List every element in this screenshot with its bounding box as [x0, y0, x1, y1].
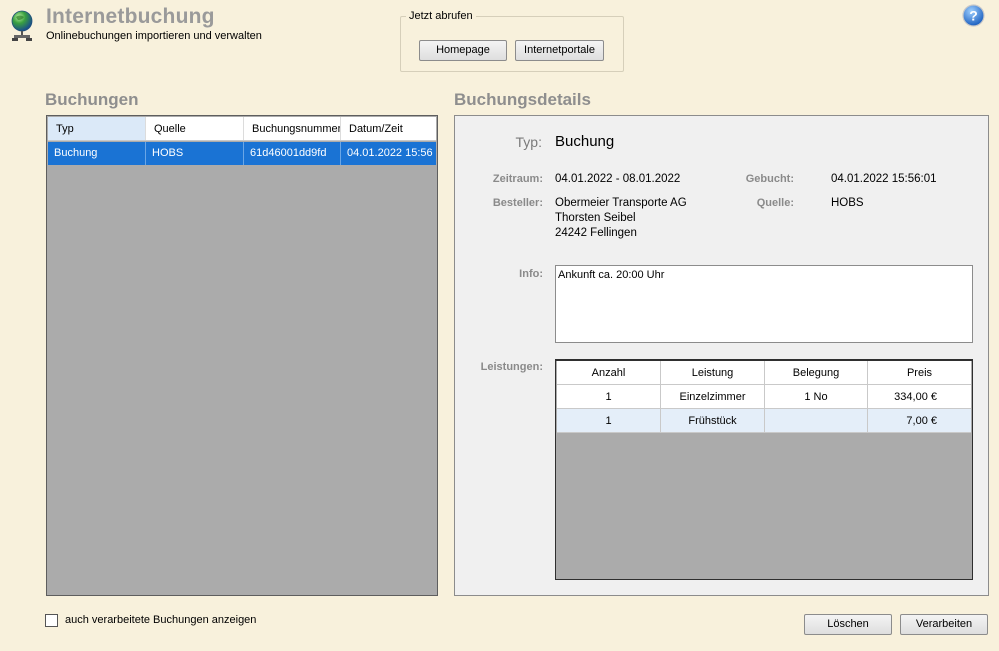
bookings-list-header: Typ Quelle Buchungsnummer Datum/Zeit: [48, 117, 436, 141]
column-header-typ[interactable]: Typ: [48, 117, 146, 140]
app-title: Internetbuchung: [46, 5, 215, 28]
zeitraum-label: Zeitraum:: [492, 173, 543, 185]
gebucht-label: Gebucht:: [745, 173, 794, 185]
internetportale-button[interactable]: Internetportale: [515, 40, 604, 61]
column-header-buchungsnummer[interactable]: Buchungsnummer: [244, 117, 341, 140]
show-processed-label[interactable]: auch verarbeitete Buchungen anzeigen: [65, 614, 256, 626]
column-header-anzahl[interactable]: Anzahl: [557, 361, 661, 385]
column-header-belegung[interactable]: Belegung: [765, 361, 868, 385]
besteller-line-3: 24242 Fellingen: [555, 227, 637, 239]
booking-quelle-cell: HOBS: [146, 142, 244, 165]
zeitraum-value: 04.01.2022 - 08.01.2022: [555, 173, 681, 185]
svg-text:?: ?: [969, 8, 978, 24]
table-row[interactable]: 1 Frühstück 7,00 €: [557, 409, 971, 433]
leistung-cell: Frühstück: [661, 409, 765, 433]
column-header-quelle[interactable]: Quelle: [146, 117, 244, 140]
info-label: Info:: [519, 268, 543, 280]
besteller-line-1: Obermeier Transporte AG: [555, 197, 687, 209]
booking-details-panel: Typ: Buchung Zeitraum: 04.01.2022 - 08.0…: [454, 115, 989, 596]
quelle-value: HOBS: [831, 197, 864, 209]
info-textbox[interactable]: Ankunft ca. 20:00 Uhr: [555, 265, 973, 343]
homepage-button[interactable]: Homepage: [419, 40, 507, 61]
column-header-leistung[interactable]: Leistung: [661, 361, 765, 385]
preis-cell: 334,00 €: [868, 385, 971, 409]
fetch-group-legend: Jetzt abrufen: [406, 10, 476, 22]
show-processed-checkbox[interactable]: [45, 614, 58, 627]
table-row[interactable]: 1 Einzelzimmer 1 No 334,00 €: [557, 385, 971, 409]
column-header-preis[interactable]: Preis: [868, 361, 971, 385]
globe-network-icon: [11, 10, 33, 41]
booking-row[interactable]: Buchung HOBS 61d46001dd9fd 04.01.2022 15…: [48, 142, 436, 165]
gebucht-value: 04.01.2022 15:56:01: [831, 173, 937, 185]
bookings-section-title: Buchungen: [45, 90, 139, 109]
leistungen-header-row: Anzahl Leistung Belegung Preis: [557, 361, 971, 385]
besteller-label: Besteller:: [492, 197, 543, 209]
leistung-cell: Einzelzimmer: [661, 385, 765, 409]
help-question-icon[interactable]: ?: [962, 4, 985, 27]
typ-value: Buchung: [555, 133, 615, 150]
booking-nummer-cell: 61d46001dd9fd: [244, 142, 341, 165]
besteller-line-2: Thorsten Seibel: [555, 212, 636, 224]
preis-cell: 7,00 €: [868, 409, 971, 433]
booking-datum-cell: 04.01.2022 15:56: [347, 147, 433, 159]
belegung-cell: 1 No: [765, 385, 868, 409]
app-subtitle: Onlinebuchungen importieren und verwalte…: [46, 30, 262, 42]
anzahl-cell: 1: [557, 409, 661, 433]
bookings-list[interactable]: Typ Quelle Buchungsnummer Datum/Zeit Buc…: [46, 115, 438, 596]
process-button[interactable]: Verarbeiten: [900, 614, 988, 635]
leistungen-label: Leistungen:: [480, 361, 543, 373]
details-section-title: Buchungsdetails: [454, 90, 591, 109]
typ-label: Typ:: [515, 134, 542, 150]
anzahl-cell: 1: [557, 385, 661, 409]
booking-typ-cell: Buchung: [48, 142, 146, 165]
leistungen-grid[interactable]: Anzahl Leistung Belegung Preis 1 Einzelz…: [555, 359, 973, 580]
belegung-cell: [765, 409, 868, 433]
column-header-datum[interactable]: Datum/Zeit: [341, 117, 436, 140]
quelle-label: Quelle:: [756, 197, 794, 209]
delete-button[interactable]: Löschen: [804, 614, 892, 635]
